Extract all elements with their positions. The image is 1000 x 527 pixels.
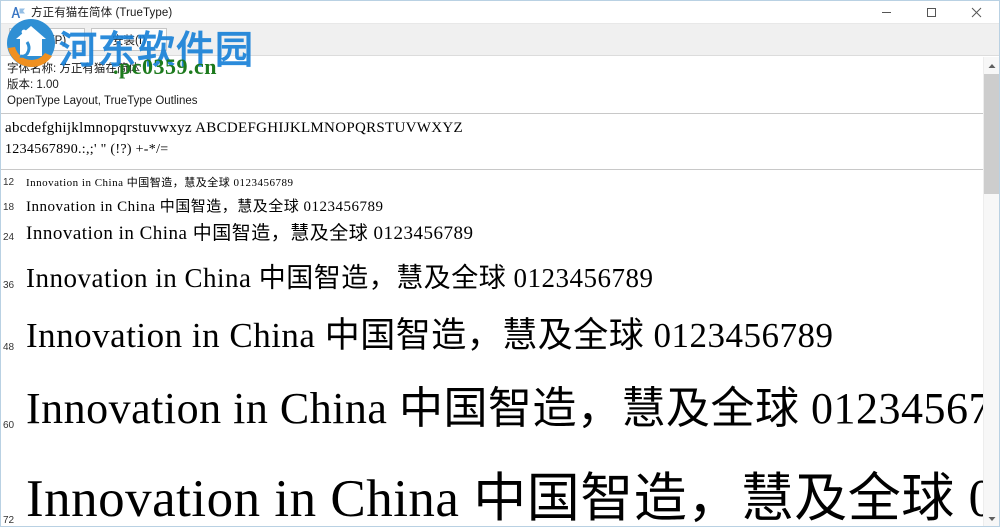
font-a-icon (8, 4, 26, 20)
sample-size-label: 72 (3, 515, 15, 526)
scroll-up-arrow-icon[interactable] (984, 57, 999, 74)
sample-size-label: 24 (3, 232, 15, 243)
scroll-down-arrow-icon[interactable] (984, 510, 999, 526)
size-sample-list: 12 Innovation in China 中国智造，慧及全球 0123456… (1, 170, 999, 526)
scrollbar-thumb[interactable] (984, 74, 999, 194)
title-bar: 方正有猫在简体 (TrueType) (1, 1, 999, 24)
font-preview-pane: 字体名称: 方正有猫在简体 版本: 1.00 OpenType Layout, … (1, 56, 999, 526)
sample-size-label: 12 (3, 177, 15, 188)
sample-text: Innovation in China 中国智造，慧及全球 0123456789 (26, 223, 474, 245)
vertical-scrollbar[interactable] (983, 57, 999, 526)
window-controls (864, 1, 999, 24)
sample-text: Innovation in China 中国智造，慧及全球 0123456789 (26, 262, 654, 293)
sample-size-label: 18 (3, 202, 15, 213)
maximize-button[interactable] (909, 1, 954, 24)
font-viewer-window: 方正有猫在简体 (TrueType) 打印(P) 安装(I) 字体名称: 方正有… (0, 0, 1000, 527)
sample-text: Innovation in China 中国智造，慧及全球 0123456789 (26, 316, 834, 355)
font-technology-line: OpenType Layout, TrueType Outlines (7, 95, 198, 107)
font-name-line: 字体名称: 方正有猫在简体 (7, 63, 140, 75)
sample-text: Innovation in China 中国智造，慧及全球 0123456789 (26, 384, 999, 433)
sample-size-label: 60 (3, 420, 15, 431)
sample-row: 12 Innovation in China 中国智造，慧及全球 0123456… (1, 170, 999, 190)
sample-row: 18 Innovation in China 中国智造，慧及全球 0123456… (1, 190, 999, 215)
font-info-block: 字体名称: 方正有猫在简体 版本: 1.00 OpenType Layout, … (1, 56, 999, 109)
sample-row: 72 Innovation in China 中国智造，慧及全球 0123456… (1, 433, 999, 526)
close-button[interactable] (954, 1, 999, 24)
toolbar: 打印(P) 安装(I) (1, 24, 999, 56)
sample-text: Innovation in China 中国智造，慧及全球 0123456789 (26, 198, 384, 215)
sample-row: 36 Innovation in China 中国智造，慧及全球 0123456… (1, 245, 999, 293)
sample-size-label: 36 (3, 280, 15, 291)
sample-size-label: 48 (3, 342, 15, 353)
sample-text: Innovation in China 中国智造，慧及全球 0123456789 (26, 177, 294, 190)
font-version-line: 版本: 1.00 (7, 79, 59, 91)
charset-sample-block: abcdefghijklmnopqrstuvwxyz ABCDEFGHIJKLM… (1, 114, 999, 165)
sample-row: 60 Innovation in China 中国智造，慧及全球 0123456… (1, 355, 999, 433)
charset-numbers: 1234567890.:,;' " (!?) +-*/= (5, 142, 169, 157)
sample-row: 24 Innovation in China 中国智造，慧及全球 0123456… (1, 215, 999, 245)
minimize-button[interactable] (864, 1, 909, 24)
print-button[interactable]: 打印(P) (9, 28, 85, 51)
sample-row: 48 Innovation in China 中国智造，慧及全球 0123456… (1, 293, 999, 355)
install-button[interactable]: 安装(I) (91, 28, 167, 51)
sample-text: Innovation in China 中国智造，慧及全球 0123456789 (26, 469, 999, 526)
charset-letters: abcdefghijklmnopqrstuvwxyz ABCDEFGHIJKLM… (5, 120, 463, 136)
window-title: 方正有猫在简体 (TrueType) (31, 7, 173, 19)
